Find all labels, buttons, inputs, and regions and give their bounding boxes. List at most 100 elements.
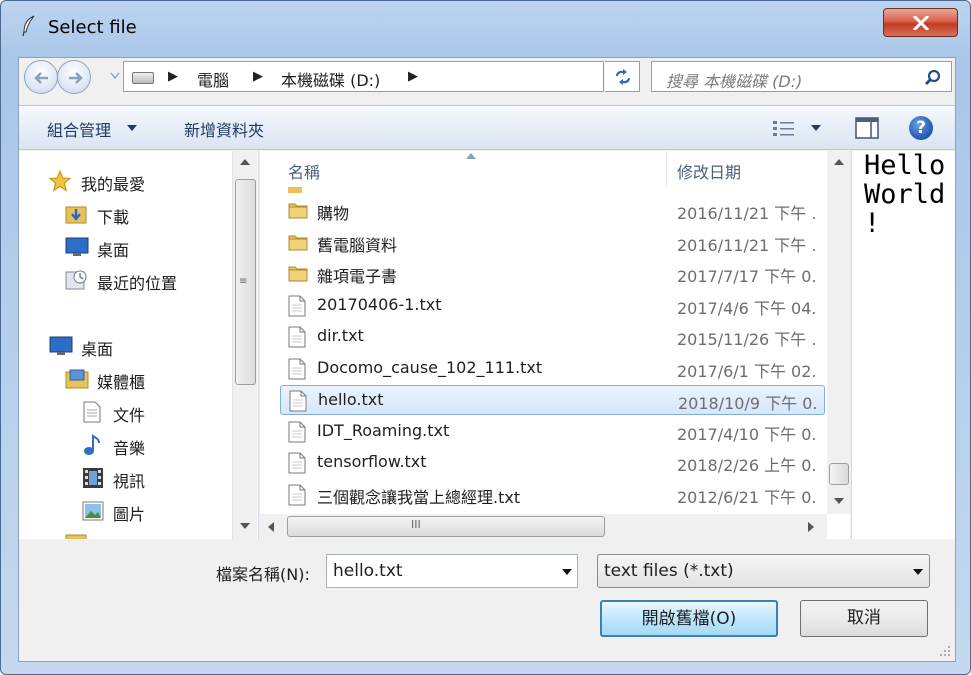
recent-places-icon [65, 270, 87, 290]
refresh-button[interactable] [605, 61, 640, 92]
nav-item-desktop-root[interactable]: 桌面 [81, 336, 113, 360]
nav-item-music[interactable]: 音樂 [113, 435, 145, 459]
nav-item-documents[interactable]: 文件 [113, 402, 145, 426]
file-row[interactable]: 舊電腦資料 2016/11/21 下午 . [280, 228, 825, 258]
file-name: 舊電腦資料 [317, 235, 398, 255]
file-date: 2018/2/26 上午 0. [677, 456, 817, 475]
filename-value[interactable]: hello.txt [333, 561, 403, 581]
scroll-up-icon[interactable] [240, 159, 250, 165]
filelist-vertical-scrollbar[interactable] [827, 151, 851, 514]
file-date: 2016/11/21 下午 . [677, 204, 817, 223]
drive-icon [132, 72, 154, 84]
text-file-icon [288, 295, 306, 321]
nav-item-recent-places[interactable]: 最近的位置 [97, 270, 177, 294]
forward-button[interactable] [57, 60, 91, 94]
filetype-value[interactable]: text files (*.txt) [604, 561, 734, 581]
feather-icon [22, 15, 35, 37]
file-row[interactable]: IDT_Roaming.txt 2017/4/10 下午 0. [280, 417, 825, 447]
filename-input[interactable]: hello.txt [326, 554, 578, 588]
cancel-button[interactable]: 取消 [800, 600, 928, 637]
file-date: 2017/4/6 下午 04. [677, 298, 817, 318]
view-options-icon[interactable] [772, 120, 796, 138]
sort-ascending-icon [466, 153, 476, 159]
filelist-horizontal-scrollbar[interactable]: III [260, 514, 827, 539]
file-row[interactable]: 三個觀念讓我當上總經理.txt 2012/6/21 下午 0. [280, 480, 825, 510]
column-header-date[interactable]: 修改日期 [667, 151, 827, 188]
chevron-right-icon[interactable]: ▶ [408, 69, 418, 84]
preview-pane: Hello World ! [851, 151, 955, 539]
recent-pages-dropdown-icon[interactable] [110, 72, 120, 80]
chevron-down-icon[interactable] [561, 568, 573, 576]
scroll-grip-icon: ≡ [239, 276, 248, 287]
close-button[interactable] [883, 8, 958, 37]
folder-icon [288, 187, 302, 193]
nav-item-desktop[interactable]: 桌面 [97, 237, 129, 261]
nav-item-videos[interactable]: 視訊 [113, 468, 145, 492]
chevron-right-icon[interactable]: ▶ [253, 69, 263, 84]
file-name: 三個觀念讓我當上總經理.txt [317, 487, 521, 507]
search-box[interactable]: 搜尋 本機磁碟 (D:) [651, 61, 952, 92]
navpane-scrollbar[interactable]: ≡ [232, 151, 257, 539]
filetype-select[interactable]: text files (*.txt) [597, 554, 930, 588]
navigation-bar: ▶ 電腦 ▶ 本機磁碟 (D:) ▶ 搜尋 本機磁碟 (D:) [19, 58, 955, 102]
documents-icon [83, 401, 101, 423]
back-button[interactable] [24, 60, 58, 94]
nav-item-downloads[interactable]: 下載 [97, 204, 129, 228]
scroll-up-icon[interactable] [834, 159, 844, 165]
scroll-right-icon[interactable] [808, 522, 814, 532]
file-name: hello.txt [318, 390, 384, 409]
breadcrumb-computer[interactable]: 電腦 [197, 67, 229, 91]
chevron-down-icon[interactable] [912, 568, 924, 576]
refresh-icon [616, 69, 630, 85]
file-date: 2015/11/26 下午 . [677, 330, 817, 349]
scroll-down-icon[interactable] [240, 523, 250, 529]
preview-pane-icon[interactable] [855, 117, 879, 139]
arrow-left-icon [34, 72, 48, 84]
scroll-left-icon[interactable] [268, 522, 274, 532]
scroll-down-icon[interactable] [834, 498, 844, 504]
title-bar[interactable]: Select file [1, 1, 970, 53]
nav-item-pictures[interactable]: 圖片 [113, 501, 145, 525]
scrollbar-thumb[interactable] [829, 463, 849, 485]
nav-item-favorites[interactable]: 我的最愛 [81, 171, 145, 195]
text-file-icon [288, 484, 306, 510]
text-file-icon [288, 326, 306, 352]
music-icon [84, 434, 100, 455]
file-date: 2016/11/21 下午 . [677, 235, 817, 255]
file-row[interactable]: 雜項電子書 2017/7/17 下午 0. [280, 259, 825, 289]
breadcrumb-drive[interactable]: 本機磁碟 (D:) [281, 67, 380, 91]
resize-grip-icon[interactable] [939, 645, 951, 657]
help-icon[interactable]: ? [909, 116, 933, 140]
nav-item-libraries[interactable]: 媒體櫃 [97, 369, 145, 393]
file-row[interactable]: 20170406-1.txt 2017/4/6 下午 04. [280, 291, 825, 321]
file-row[interactable]: Docomo_cause_102_111.txt 2017/6/1 下午 02. [280, 354, 825, 384]
file-date: 2017/4/10 下午 0. [677, 424, 817, 444]
file-name: 20170406-1.txt [317, 294, 442, 314]
search-input[interactable]: 搜尋 本機磁碟 (D:) [666, 68, 802, 92]
column-header-name[interactable]: 名稱 [260, 151, 667, 188]
file-row[interactable]: tensorflow.txt 2018/2/26 上午 0. [280, 448, 825, 478]
text-file-icon [288, 421, 306, 447]
open-button[interactable]: 開啟舊檔(O) [600, 600, 778, 637]
address-bar[interactable]: ▶ 電腦 ▶ 本機磁碟 (D:) ▶ [123, 61, 698, 92]
file-row[interactable]: hello.txt 2018/10/9 下午 0. [280, 385, 825, 415]
chevron-down-icon[interactable] [811, 125, 821, 131]
scrollbar-thumb[interactable] [287, 516, 605, 537]
file-date: 2018/10/9 下午 0. [678, 394, 818, 413]
folder-icon [288, 232, 308, 256]
text-file-icon [289, 390, 307, 416]
file-name: IDT_Roaming.txt [317, 420, 450, 440]
preview-text: Hello World ! [864, 151, 946, 239]
file-name: 雜項電子書 [317, 267, 398, 286]
new-folder-button[interactable]: 新增資料夾 [184, 117, 264, 141]
column-date-label: 修改日期 [677, 163, 742, 182]
file-row[interactable]: 購物 2016/11/21 下午 . [280, 196, 825, 226]
chevron-right-icon[interactable]: ▶ [168, 69, 178, 84]
file-name: dir.txt [317, 326, 364, 345]
file-name: 購物 [317, 204, 350, 223]
search-icon[interactable] [924, 69, 942, 87]
chevron-down-icon[interactable] [127, 125, 137, 131]
file-row[interactable]: dir.txt 2015/11/26 下午 . [280, 322, 825, 352]
window-title: Select file [48, 17, 137, 38]
organize-button[interactable]: 組合管理 [47, 117, 111, 141]
